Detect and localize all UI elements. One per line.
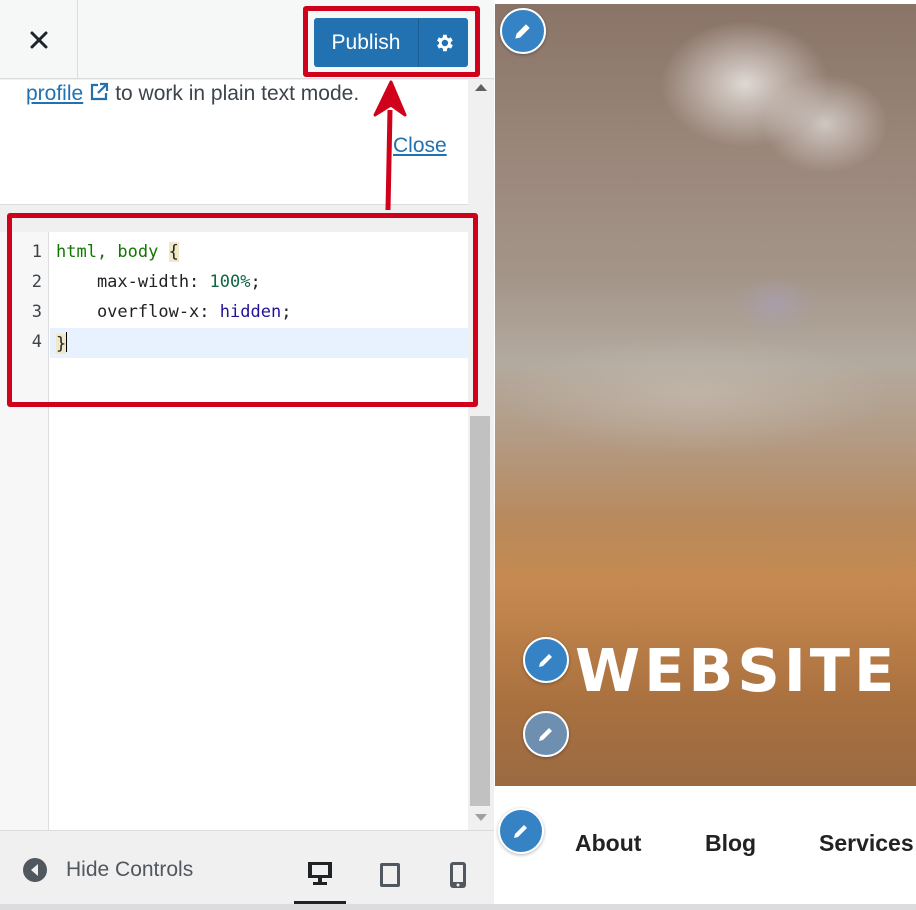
- notice-text: profile to work in plain text mode.: [26, 82, 359, 106]
- publish-settings-button[interactable]: [418, 18, 468, 67]
- site-preview[interactable]: WEBSITE About Blog Services: [495, 0, 916, 910]
- close-customizer-button[interactable]: [0, 0, 78, 79]
- customizer-header: Publish: [0, 0, 494, 79]
- publish-button[interactable]: Publish: [314, 18, 418, 67]
- edit-shortcut-button[interactable]: [500, 8, 546, 54]
- preview-mobile-button[interactable]: [432, 845, 484, 905]
- code-line-1[interactable]: html, body {: [56, 242, 179, 262]
- css-selector: html, body: [56, 242, 159, 262]
- css-property: max-width:: [56, 272, 210, 292]
- site-navigation: About Blog Services: [495, 786, 916, 910]
- tablet-icon: [380, 863, 400, 887]
- line-number-gutter: 1 2 3 4: [0, 232, 49, 830]
- profile-link[interactable]: profile: [26, 82, 83, 105]
- customizer-panel: Publish profile to work in plain text mo…: [0, 0, 494, 910]
- panel-scrollbar[interactable]: [468, 80, 494, 830]
- line-number: 4: [31, 332, 42, 352]
- active-line-highlight: [50, 328, 468, 358]
- external-link-icon: [91, 82, 109, 101]
- hide-controls-button[interactable]: Hide Controls: [22, 857, 193, 883]
- window-bottom-border: [0, 904, 916, 910]
- notice-text-after: to work in plain text mode.: [115, 82, 360, 105]
- pencil-icon: [539, 654, 552, 667]
- pencil-icon: [539, 728, 552, 741]
- customizer-footer: Hide Controls: [0, 830, 494, 910]
- desktop-icon: [308, 862, 332, 885]
- code-line-4[interactable]: }: [56, 332, 68, 354]
- line-number: 1: [31, 242, 42, 262]
- semicolon: ;: [250, 272, 261, 292]
- gear-icon: [436, 34, 453, 51]
- edit-tagline-button[interactable]: [523, 711, 569, 757]
- preview-desktop-button[interactable]: [294, 845, 346, 905]
- close-brace: }: [56, 334, 67, 354]
- open-brace: {: [168, 242, 179, 262]
- scroll-down-arrow[interactable]: [475, 814, 487, 821]
- mobile-icon: [450, 862, 466, 888]
- publish-button-group: Publish: [314, 18, 468, 67]
- scroll-up-arrow[interactable]: [475, 84, 487, 91]
- hide-controls-label: Hide Controls: [66, 858, 194, 881]
- css-value: 100%: [209, 272, 251, 292]
- line-number: 3: [31, 302, 42, 322]
- close-icon: [30, 31, 47, 48]
- hero-title: WEBSITE: [575, 636, 899, 705]
- code-line-2[interactable]: max-width: 100%;: [56, 272, 261, 292]
- line-number: 2: [31, 272, 42, 292]
- edit-title-button[interactable]: [523, 637, 569, 683]
- css-code-editor[interactable]: 1 2 3 4 html, body { max-width: 100%; ov…: [0, 232, 468, 830]
- preview-tablet-button[interactable]: [364, 845, 416, 905]
- collapse-arrow-icon: [23, 858, 47, 882]
- semicolon: ;: [281, 302, 292, 322]
- nav-item-blog[interactable]: Blog: [705, 830, 756, 857]
- scroll-thumb[interactable]: [470, 416, 490, 806]
- pencil-icon: [515, 24, 530, 39]
- text-cursor: [66, 332, 68, 352]
- code-line-3[interactable]: overflow-x: hidden;: [56, 302, 292, 322]
- css-property: overflow-x:: [56, 302, 220, 322]
- nav-item-services[interactable]: Services: [819, 830, 914, 857]
- close-notice-link[interactable]: Close: [393, 134, 447, 158]
- edit-menu-button[interactable]: [498, 808, 544, 854]
- syntax-highlight-notice: profile to work in plain text mode. Clos…: [0, 80, 468, 205]
- nav-item-about[interactable]: About: [575, 830, 641, 857]
- css-value: hidden: [219, 302, 282, 322]
- pencil-icon: [514, 825, 527, 838]
